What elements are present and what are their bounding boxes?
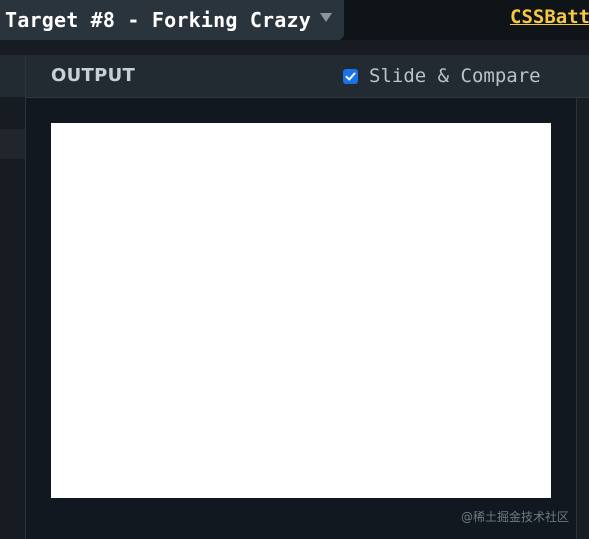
editor-active-line[interactable] bbox=[0, 129, 25, 159]
top-bar: Target #8 - Forking Crazy CSSBatt bbox=[0, 0, 589, 40]
editor-panel bbox=[0, 55, 25, 539]
output-canvas[interactable] bbox=[51, 123, 551, 498]
slide-compare-label: Slide & Compare bbox=[369, 65, 541, 87]
target-selector[interactable]: Target #8 - Forking Crazy bbox=[0, 0, 344, 40]
cssbattle-home-link[interactable]: CSSBatt bbox=[510, 6, 589, 28]
slide-compare-checkbox[interactable] bbox=[343, 68, 358, 84]
app-root: Target #8 - Forking Crazy CSSBatt OUTPUT… bbox=[0, 0, 589, 539]
output-header: OUTPUT Slide & Compare bbox=[26, 55, 589, 98]
output-panel: OUTPUT Slide & Compare bbox=[26, 55, 589, 539]
caret-down-icon[interactable] bbox=[320, 13, 332, 22]
output-title: OUTPUT bbox=[51, 65, 136, 86]
watermark: @稀土掘金技术社区 bbox=[461, 510, 570, 524]
slide-compare-toggle[interactable]: Slide & Compare bbox=[343, 65, 541, 87]
output-right-strip bbox=[577, 98, 589, 539]
target-title: Target #8 - Forking Crazy bbox=[5, 8, 312, 32]
checkmark-icon bbox=[345, 72, 356, 80]
editor-header bbox=[0, 55, 25, 97]
output-body bbox=[26, 98, 576, 539]
